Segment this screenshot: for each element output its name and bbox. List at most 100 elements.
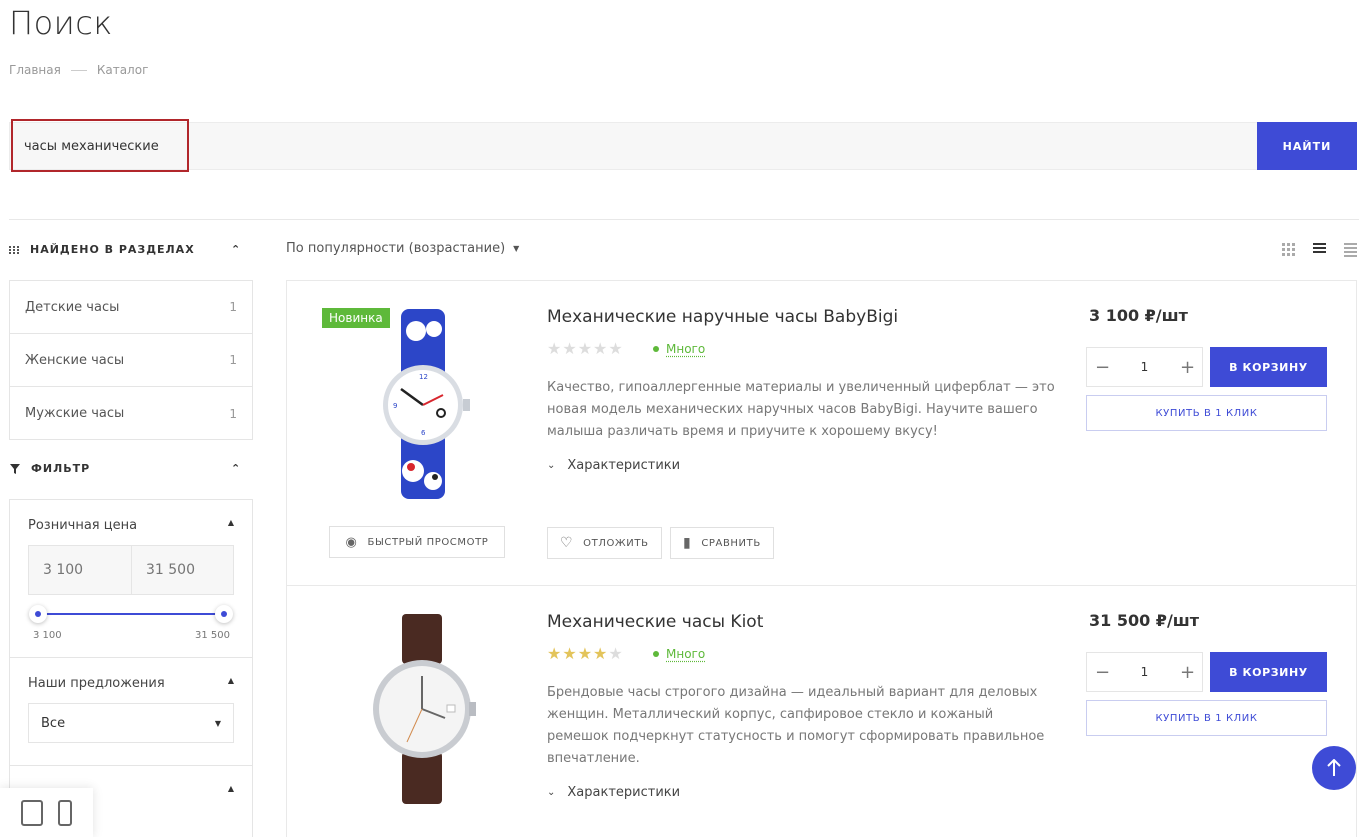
filter-header[interactable]: ФИЛЬТР ⌃ bbox=[9, 462, 253, 475]
section-count: 1 bbox=[229, 300, 237, 314]
product-description: Качество, гипоаллергенные материалы и ув… bbox=[547, 377, 1059, 443]
characteristics-toggle[interactable]: ⌄ Характеристики bbox=[547, 785, 680, 800]
defer-button[interactable]: ♡ ОТЛОЖИТЬ bbox=[547, 527, 662, 559]
breadcrumb-separator bbox=[71, 70, 87, 71]
phone-icon[interactable] bbox=[58, 800, 72, 826]
offers-select-value: Все bbox=[41, 716, 65, 731]
grid-dots-icon bbox=[9, 246, 20, 254]
buy-one-click-button[interactable]: КУПИТЬ В 1 КЛИК bbox=[1086, 395, 1327, 431]
price-filter-label: Розничная цена bbox=[28, 518, 137, 533]
product-description: Брендовые часы строгого дизайна — идеаль… bbox=[547, 682, 1059, 770]
slider-max-label: 31 500 bbox=[195, 630, 230, 641]
filter-title: ФИЛЬТР bbox=[31, 462, 90, 475]
search-button[interactable]: НАЙТИ bbox=[1257, 122, 1357, 170]
search-input[interactable] bbox=[10, 123, 1258, 169]
section-label: Женские часы bbox=[25, 353, 124, 368]
device-switcher bbox=[0, 788, 93, 837]
plus-icon[interactable]: + bbox=[1180, 662, 1194, 683]
caret-up-icon: ▲ bbox=[228, 676, 234, 691]
list-view-icon[interactable] bbox=[1313, 243, 1326, 253]
price-max-input[interactable] bbox=[131, 546, 233, 594]
funnel-icon bbox=[9, 463, 21, 475]
section-count: 1 bbox=[229, 407, 237, 421]
section-count: 1 bbox=[229, 353, 237, 367]
chevron-up-icon[interactable]: ⌃ bbox=[231, 243, 241, 256]
section-label: Детские часы bbox=[25, 300, 119, 315]
tablet-icon[interactable] bbox=[21, 800, 43, 826]
product-image[interactable] bbox=[369, 614, 479, 804]
buy-one-click-button[interactable]: КУПИТЬ В 1 КЛИК bbox=[1086, 700, 1327, 736]
table-view-icon[interactable] bbox=[1344, 243, 1357, 257]
plus-icon[interactable]: + bbox=[1180, 357, 1194, 378]
heart-icon: ♡ bbox=[560, 535, 573, 551]
filter-panel: Розничная цена ▲ 3 100 31 500 Наши предл… bbox=[9, 499, 253, 837]
slider-track bbox=[38, 613, 224, 615]
star-icon: ★ bbox=[608, 341, 622, 357]
offers-select[interactable]: Все ▼ bbox=[28, 703, 234, 743]
stock-dot-icon bbox=[653, 346, 659, 352]
offers-filter-label: Наши предложения bbox=[28, 676, 165, 691]
caret-down-icon: ▼ bbox=[215, 719, 221, 728]
stock-label[interactable]: Много bbox=[666, 647, 705, 661]
offers-filter-title[interactable]: Наши предложения ▲ bbox=[28, 676, 234, 691]
divider bbox=[9, 219, 1359, 220]
star-icon: ★ bbox=[547, 341, 561, 357]
product-name[interactable]: Механические часы Kiot bbox=[547, 612, 763, 632]
section-item-kids-watches[interactable]: Детские часы 1 bbox=[10, 281, 252, 334]
breadcrumb: Главная Каталог bbox=[9, 63, 148, 77]
minus-icon[interactable]: − bbox=[1095, 662, 1109, 683]
breadcrumb-home-link[interactable]: Главная bbox=[9, 63, 61, 77]
quick-view-label: БЫСТРЫЙ ПРОСМОТР bbox=[368, 537, 489, 548]
characteristics-toggle[interactable]: ⌄ Характеристики bbox=[547, 458, 680, 473]
tile-view-icon[interactable] bbox=[1282, 243, 1295, 256]
star-icon: ★ bbox=[562, 341, 576, 357]
product-card: 12 9 6 Новинка ◉ БЫСТРЫЙ ПРОСМОТР Механи… bbox=[286, 280, 1357, 586]
caret-down-icon: ▼ bbox=[513, 244, 519, 253]
caret-up-icon: ▲ bbox=[228, 784, 234, 793]
compare-button[interactable]: ▮​ СРАВНИТЬ bbox=[670, 527, 774, 559]
rating-stars: ★ ★ ★ ★ ★ bbox=[547, 341, 623, 357]
sections-header[interactable]: НАЙДЕНО В РАЗДЕЛАХ ⌃ bbox=[9, 243, 253, 256]
quantity-stepper: − 1 + bbox=[1086, 347, 1203, 387]
product-price: 3 100 ₽/шт bbox=[1089, 306, 1188, 325]
quantity-stepper: − 1 + bbox=[1086, 652, 1203, 692]
section-item-womens-watches[interactable]: Женские часы 1 bbox=[10, 334, 252, 387]
arrow-up-icon bbox=[1326, 759, 1342, 777]
star-icon: ★ bbox=[593, 341, 607, 357]
star-icon: ★ bbox=[562, 646, 576, 662]
price-filter-title[interactable]: Розничная цена ▲ bbox=[28, 518, 234, 533]
slider-max-handle[interactable] bbox=[215, 605, 233, 623]
quantity-value[interactable]: 1 bbox=[1141, 665, 1149, 679]
stock-dot-icon bbox=[653, 651, 659, 657]
price-inputs bbox=[28, 545, 234, 595]
product-card: Механические часы Kiot ★ ★ ★ ★ ★ Много Бренд… bbox=[286, 585, 1357, 837]
price-slider[interactable]: 3 100 31 500 bbox=[28, 595, 234, 639]
section-item-mens-watches[interactable]: Мужские часы 1 bbox=[10, 387, 252, 440]
star-icon: ★ bbox=[578, 341, 592, 357]
sections-list: Детские часы 1 Женские часы 1 Мужские ча… bbox=[9, 280, 253, 440]
svg-text:12: 12 bbox=[419, 373, 428, 381]
sort-dropdown[interactable]: По популярности (возрастание) ▼ bbox=[286, 241, 519, 256]
section-label: Мужские часы bbox=[25, 406, 124, 421]
minus-icon[interactable]: − bbox=[1095, 357, 1109, 378]
price-min-input[interactable] bbox=[29, 546, 131, 594]
stock-label[interactable]: Много bbox=[666, 342, 705, 356]
sections-title: НАЙДЕНО В РАЗДЕЛАХ bbox=[30, 243, 195, 256]
add-to-cart-button[interactable]: В КОРЗИНУ bbox=[1210, 347, 1327, 387]
breadcrumb-catalog-link[interactable]: Каталог bbox=[97, 63, 149, 77]
search-bar bbox=[9, 122, 1357, 170]
product-name[interactable]: Механические наручные часы BabyBigi bbox=[547, 307, 898, 327]
chevron-up-icon[interactable]: ⌃ bbox=[231, 462, 241, 475]
add-to-cart-button[interactable]: В КОРЗИНУ bbox=[1210, 652, 1327, 692]
slider-min-handle[interactable] bbox=[29, 605, 47, 623]
rating-stars: ★ ★ ★ ★ ★ bbox=[547, 646, 623, 662]
quick-view-button[interactable]: ◉ БЫСТРЫЙ ПРОСМОТР bbox=[329, 526, 505, 558]
product-image[interactable]: 12 9 6 bbox=[379, 309, 475, 499]
quantity-value[interactable]: 1 bbox=[1141, 360, 1149, 374]
new-badge: Новинка bbox=[322, 308, 390, 328]
compare-label: СРАВНИТЬ bbox=[701, 538, 760, 549]
stock-status: Много bbox=[653, 647, 705, 661]
product-price: 31 500 ₽/шт bbox=[1089, 611, 1199, 630]
characteristics-label: Характеристики bbox=[567, 458, 680, 473]
scroll-to-top-button[interactable] bbox=[1312, 746, 1356, 790]
